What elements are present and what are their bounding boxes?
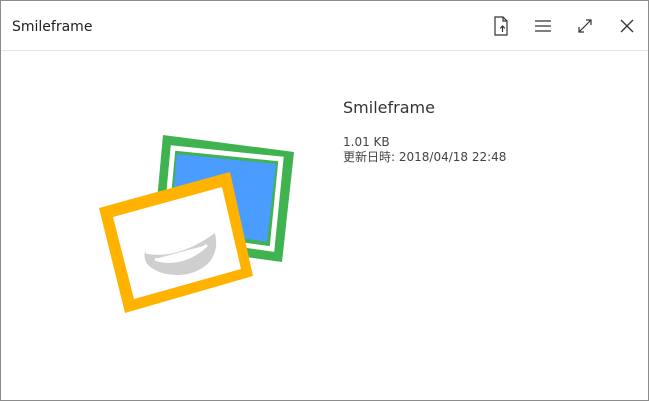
app-window: Smileframe Smileframe 1.01 KB 更新日時: 2018… [0,0,649,401]
window-title: Smileframe [12,19,93,35]
file-open-icon [494,16,508,36]
hamburger-menu-icon [535,20,551,32]
main-content: Smileframe 1.01 KB 更新日時: 2018/04/18 22:4… [1,51,648,400]
smileframe-logo [99,135,294,313]
file-size: 1.01 KB [343,135,390,149]
modified-value: 2018/04/18 22:48 [398,150,507,164]
title-bar: Smileframe [1,1,648,51]
front-photo-frame [99,172,253,313]
file-info: Smileframe 1.01 KB 更新日時: 2018/04/18 22:4… [343,98,506,165]
maximize-button[interactable] [573,14,597,38]
open-file-button[interactable] [489,14,513,38]
app-name: Smileframe [343,98,435,117]
close-button[interactable] [615,14,639,38]
close-icon [620,19,634,33]
modified-datetime: 更新日時: 2018/04/18 22:48 [343,150,507,164]
expand-icon [578,19,592,33]
modified-label: 更新日時 [343,150,392,164]
menu-button[interactable] [531,14,555,38]
